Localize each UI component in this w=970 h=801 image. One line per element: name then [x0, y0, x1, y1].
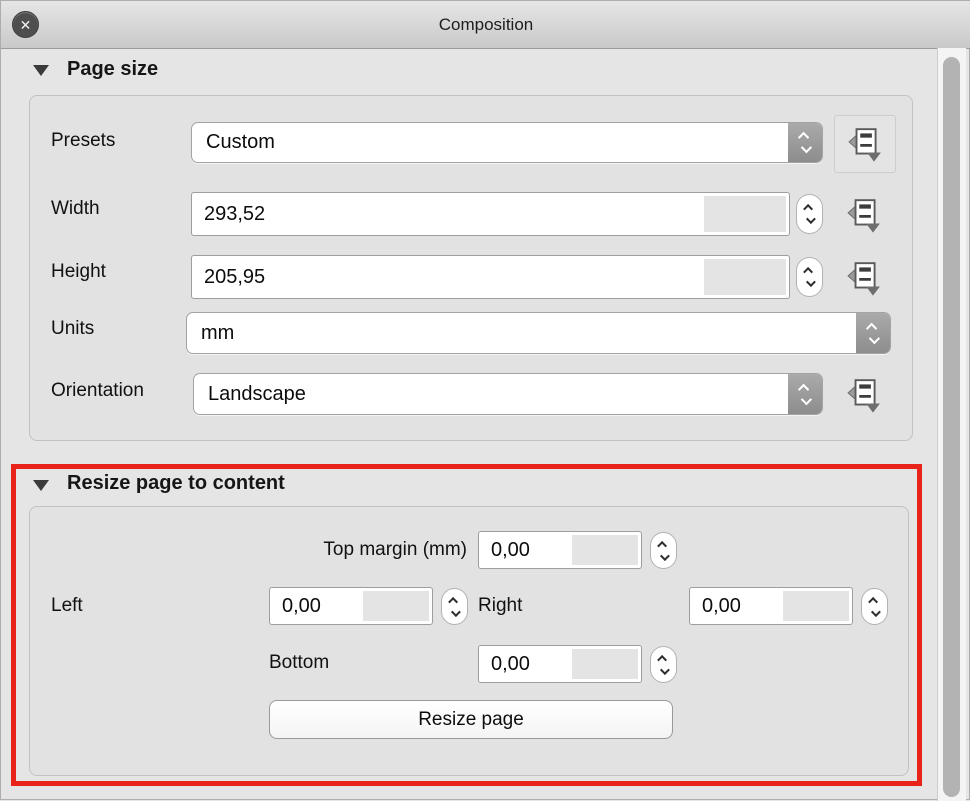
- width-stepper[interactable]: [796, 194, 823, 234]
- width-value: 293,52: [204, 193, 265, 235]
- top-margin-label: Top margin (mm): [267, 539, 467, 561]
- height-spinbox[interactable]: 205,95: [191, 255, 790, 299]
- spinbox-fill: [783, 591, 849, 621]
- page-size-header[interactable]: Page size: [67, 58, 158, 81]
- spinner-up-icon[interactable]: [803, 204, 813, 214]
- data-defined-override-icon: [847, 126, 883, 162]
- spinner-down-icon[interactable]: [660, 551, 670, 561]
- dropdown-chevrons-icon[interactable]: [788, 374, 822, 414]
- spinner-up-icon[interactable]: [448, 596, 458, 606]
- right-margin-label: Right: [478, 595, 522, 617]
- top-margin-spinbox[interactable]: 0,00: [478, 531, 642, 569]
- dropdown-chevrons-icon[interactable]: [856, 313, 890, 353]
- height-value: 205,95: [204, 256, 265, 298]
- spinner-down-icon[interactable]: [451, 607, 461, 617]
- spinbox-fill: [704, 259, 786, 295]
- data-defined-override-icon: [846, 197, 882, 233]
- presets-combobox[interactable]: Custom: [191, 122, 823, 163]
- width-spinbox[interactable]: 293,52: [191, 192, 790, 236]
- scrollbar-thumb[interactable]: [943, 57, 960, 797]
- spinner-up-icon[interactable]: [803, 267, 813, 277]
- panel-title: Composition: [1, 1, 970, 48]
- close-icon[interactable]: ✕: [12, 11, 39, 38]
- left-margin-spinbox[interactable]: 0,00: [269, 587, 433, 625]
- units-combobox[interactable]: mm: [186, 312, 891, 354]
- panel-titlebar: Composition ✕: [1, 1, 970, 49]
- bottom-margin-stepper[interactable]: [650, 646, 677, 683]
- spinbox-fill: [572, 535, 638, 565]
- left-margin-stepper[interactable]: [441, 588, 468, 625]
- scrollbar-track[interactable]: [937, 48, 966, 801]
- left-margin-value: 0,00: [282, 588, 321, 624]
- width-data-defined-button[interactable]: [834, 187, 894, 243]
- composition-panel: { "window": { "title": "Composition", "c…: [0, 0, 970, 800]
- height-label: Height: [51, 261, 106, 283]
- orientation-combobox[interactable]: Landscape: [193, 373, 823, 415]
- data-defined-override-icon: [846, 377, 882, 413]
- spinbox-fill: [704, 196, 786, 232]
- spinner-up-icon[interactable]: [868, 596, 878, 606]
- bottom-margin-spinbox[interactable]: 0,00: [478, 645, 642, 683]
- height-stepper[interactable]: [796, 257, 823, 297]
- collapse-triangle-icon[interactable]: [33, 65, 49, 76]
- dropdown-chevrons-icon[interactable]: [788, 123, 822, 162]
- spinner-down-icon[interactable]: [806, 277, 816, 287]
- presets-label: Presets: [51, 130, 115, 152]
- presets-data-defined-button[interactable]: [834, 115, 896, 173]
- spinbox-fill: [363, 591, 429, 621]
- right-margin-spinbox[interactable]: 0,00: [689, 587, 853, 625]
- units-value: mm: [201, 313, 234, 353]
- spinner-down-icon[interactable]: [806, 214, 816, 224]
- spinner-down-icon[interactable]: [660, 665, 670, 675]
- resize-page-button[interactable]: Resize page: [269, 700, 673, 739]
- spinbox-fill: [572, 649, 638, 679]
- spinner-down-icon[interactable]: [871, 607, 881, 617]
- presets-value: Custom: [206, 123, 275, 162]
- spinner-up-icon[interactable]: [657, 540, 667, 550]
- left-margin-label: Left: [51, 595, 83, 617]
- bottom-margin-value: 0,00: [491, 646, 530, 682]
- units-label: Units: [51, 318, 94, 340]
- collapse-triangle-icon[interactable]: [33, 480, 49, 491]
- bottom-margin-label: Bottom: [269, 652, 329, 674]
- orientation-value: Landscape: [208, 374, 306, 414]
- height-data-defined-button[interactable]: [834, 250, 894, 306]
- spinner-up-icon[interactable]: [657, 654, 667, 664]
- width-label: Width: [51, 198, 100, 220]
- orientation-data-defined-button[interactable]: [834, 367, 894, 423]
- orientation-label: Orientation: [51, 380, 144, 402]
- top-margin-value: 0,00: [491, 532, 530, 568]
- resize-section-header[interactable]: Resize page to content: [67, 472, 285, 495]
- top-margin-stepper[interactable]: [650, 532, 677, 569]
- right-margin-value: 0,00: [702, 588, 741, 624]
- data-defined-override-icon: [846, 260, 882, 296]
- right-margin-stepper[interactable]: [861, 588, 888, 625]
